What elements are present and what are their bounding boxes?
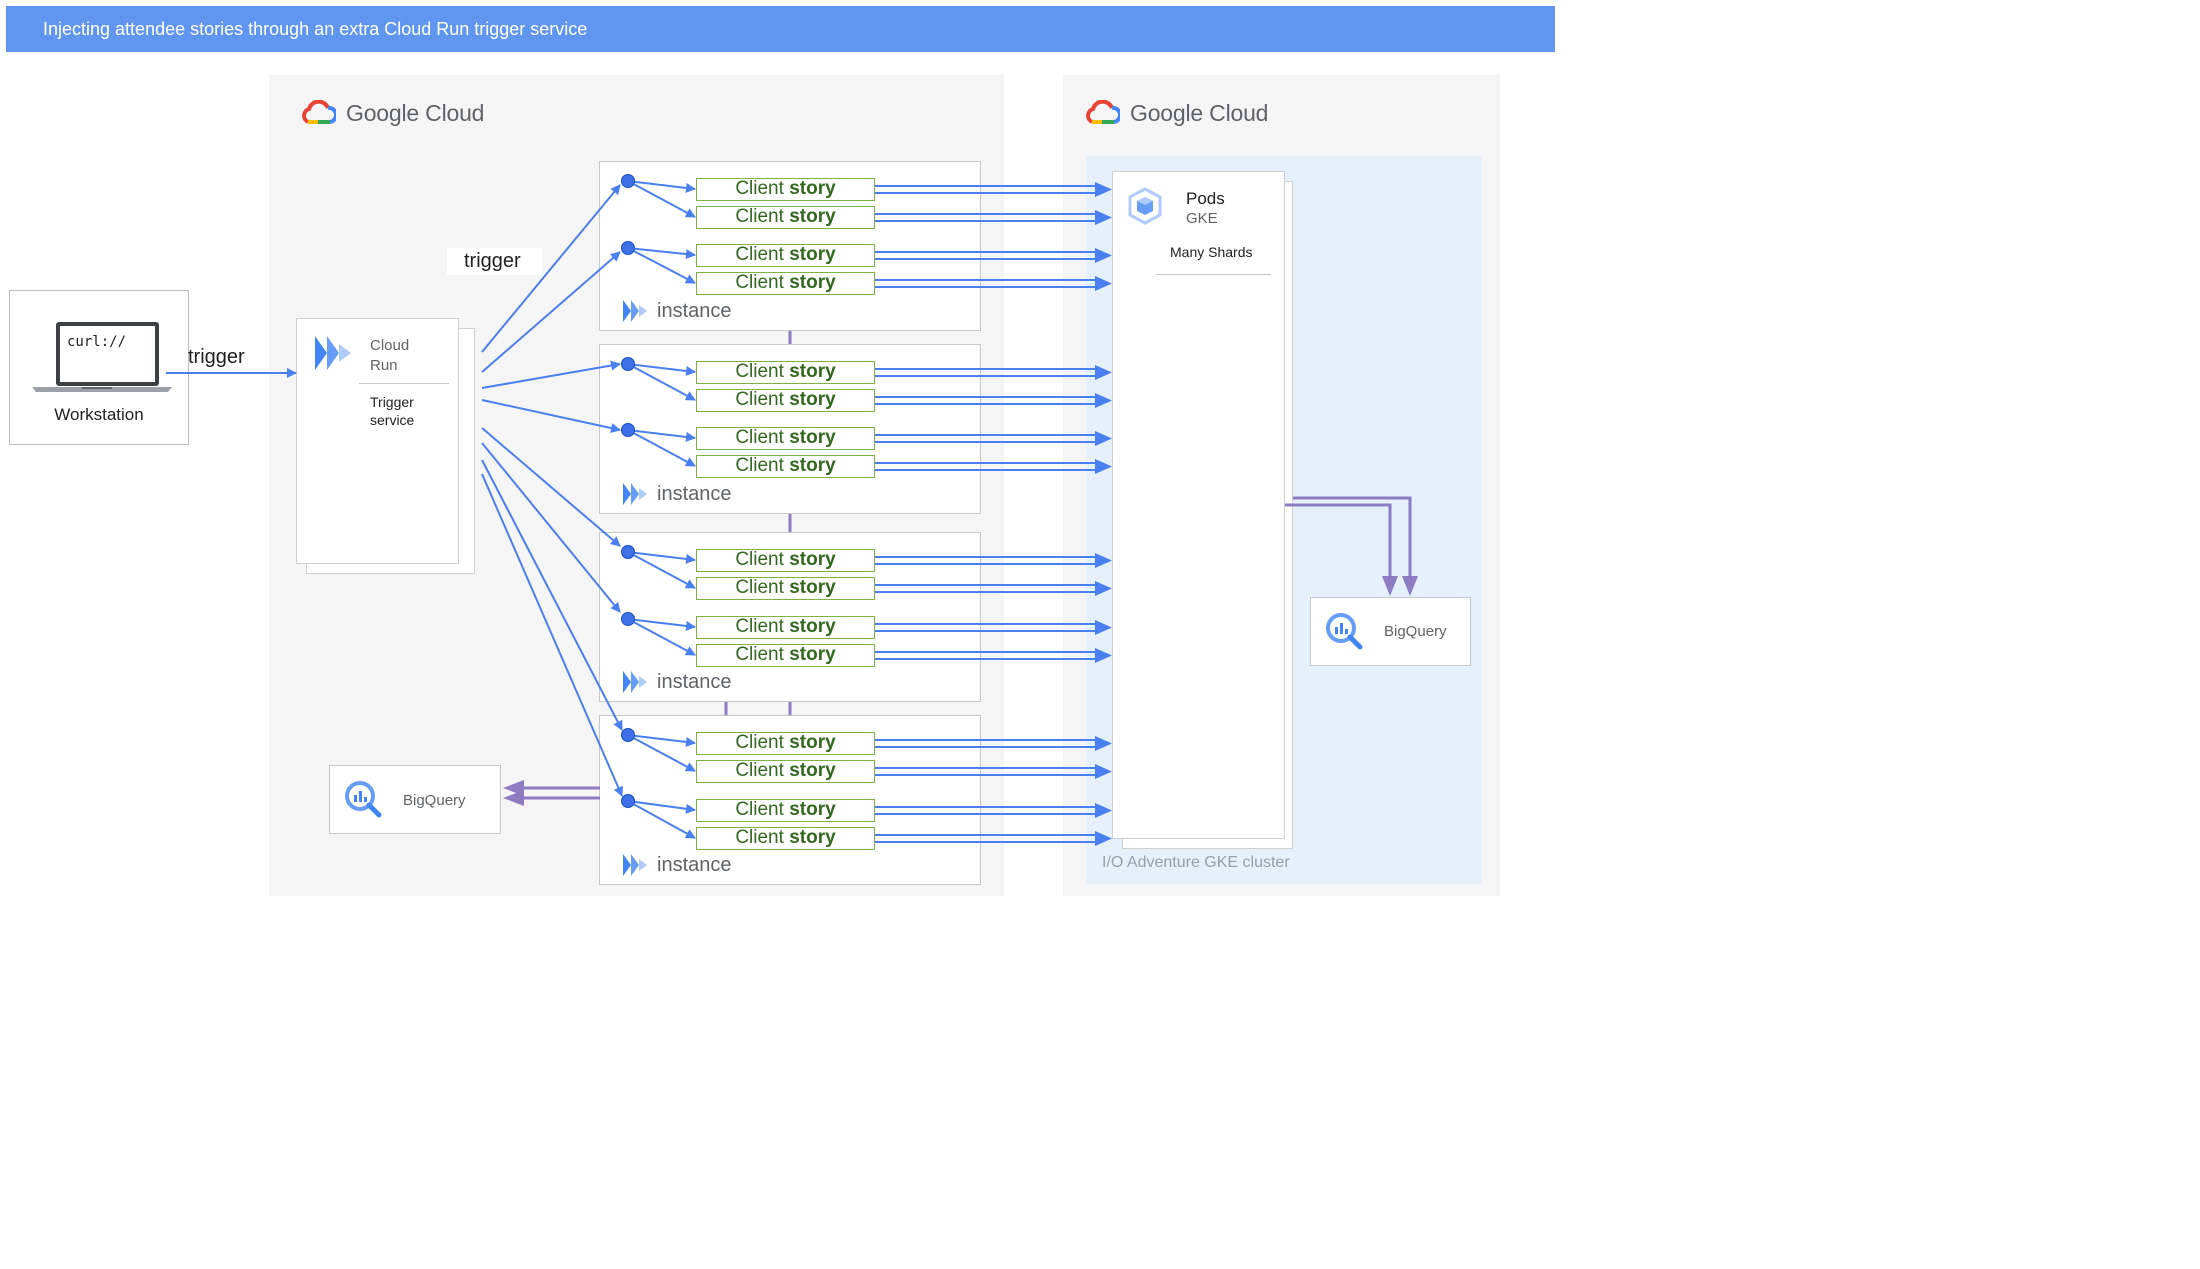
client-story-bold: story: [789, 389, 836, 410]
bigquery-box-left: BigQuery: [329, 765, 501, 834]
instance-label: instance: [657, 671, 732, 693]
instance-label: instance: [657, 854, 732, 876]
client-story-box: Client story: [696, 455, 875, 478]
client-story-bold: story: [789, 455, 836, 476]
gke-icon: [1128, 187, 1162, 225]
client-story-box: Client story: [696, 577, 875, 600]
instance-label: instance: [657, 300, 732, 322]
cloud-run-subtitle: Trigger service: [370, 394, 415, 428]
client-story-prefix: Client: [735, 206, 790, 227]
client-story-bold: story: [789, 577, 836, 598]
client-story-bold: story: [789, 272, 836, 293]
pods-card: Pods GKE Many Shards: [1112, 171, 1285, 839]
client-story-prefix: Client: [735, 427, 790, 448]
bigquery-icon: [345, 781, 382, 818]
client-story-bold: story: [789, 549, 836, 570]
pods-title: Pods: [1186, 189, 1225, 208]
client-story-box: Client story: [696, 272, 875, 295]
client-story-box: Client story: [696, 244, 875, 267]
google-cloud-brand-text: Google Cloud: [346, 99, 485, 126]
client-story-prefix: Client: [735, 799, 790, 820]
client-story-box: Client story: [696, 389, 875, 412]
google-cloud-brand-text: Google Cloud: [1130, 99, 1269, 126]
client-story-prefix: Client: [735, 644, 790, 665]
pods-divider: [1156, 274, 1271, 275]
client-story-bold: story: [789, 178, 836, 199]
workstation-label: Workstation: [54, 405, 144, 424]
client-story-box: Client story: [696, 799, 875, 822]
cloud-run-icon: [623, 483, 647, 505]
trigger-label-middle: trigger: [447, 248, 542, 275]
client-story-bold: story: [789, 799, 836, 820]
client-story-box: Client story: [696, 644, 875, 667]
client-story-prefix: Client: [735, 272, 790, 293]
instance-label: instance: [657, 483, 732, 505]
cloud-run-icon: [623, 854, 647, 876]
laptop-icon: [32, 322, 172, 392]
cloud-run-title: Cloud Run: [370, 337, 410, 374]
client-story-bold: story: [789, 206, 836, 227]
bigquery-icon: [1326, 613, 1363, 650]
client-story-bold: story: [789, 361, 836, 382]
google-cloud-icon: [302, 100, 336, 124]
client-story-box: Client story: [696, 361, 875, 384]
google-cloud-logo-right: Google Cloud: [1086, 96, 1268, 130]
client-story-box: Client story: [696, 549, 875, 572]
workstation-screen-text: curl://: [67, 334, 127, 350]
google-cloud-icon: [1086, 100, 1120, 124]
client-story-box: Client story: [696, 827, 875, 850]
client-story-bold: story: [789, 732, 836, 753]
client-story-bold: story: [789, 827, 836, 848]
client-story-prefix: Client: [735, 244, 790, 265]
client-story-bold: story: [789, 427, 836, 448]
cloud-run-icon: [315, 336, 351, 370]
client-story-box: Client story: [696, 616, 875, 639]
client-story-prefix: Client: [735, 577, 790, 598]
client-story-prefix: Client: [735, 549, 790, 570]
gke-cluster-label: I/O Adventure GKE cluster: [1102, 854, 1290, 871]
bigquery-box-right: BigQuery: [1310, 597, 1471, 666]
header-bar: Injecting attendee stories through an ex…: [6, 6, 1555, 52]
cloud-run-icon: [623, 300, 647, 322]
client-story-prefix: Client: [735, 732, 790, 753]
google-cloud-logo-left: Google Cloud: [302, 96, 484, 130]
client-story-prefix: Client: [735, 361, 790, 382]
trigger-label-left: trigger: [188, 346, 245, 368]
cloud-run-card: Cloud Run Trigger service: [296, 318, 459, 564]
cloud-run-icon: [623, 671, 647, 693]
client-story-prefix: Client: [735, 389, 790, 410]
header-title: Injecting attendee stories through an ex…: [43, 19, 588, 39]
client-story-bold: story: [789, 760, 836, 781]
client-story-box: Client story: [696, 206, 875, 229]
pods-subtitle: GKE: [1186, 210, 1218, 227]
client-story-prefix: Client: [735, 760, 790, 781]
bigquery-label: BigQuery: [403, 792, 466, 809]
client-story-prefix: Client: [735, 178, 790, 199]
client-story-box: Client story: [696, 732, 875, 755]
client-story-box: Client story: [696, 427, 875, 450]
client-story-bold: story: [789, 244, 836, 265]
client-story-box: Client story: [696, 178, 875, 201]
client-story-box: Client story: [696, 760, 875, 783]
bigquery-label: BigQuery: [1384, 623, 1447, 640]
diagram-canvas: Injecting attendee stories through an ex…: [0, 0, 1560, 906]
client-story-prefix: Client: [735, 827, 790, 848]
pods-description: Many Shards: [1170, 244, 1253, 260]
cloud-run-divider: [359, 383, 449, 384]
client-story-bold: story: [789, 644, 836, 665]
client-story-prefix: Client: [735, 455, 790, 476]
client-story-bold: story: [789, 616, 836, 637]
workstation-box: curl:// Workstation: [9, 290, 189, 445]
client-story-prefix: Client: [735, 616, 790, 637]
